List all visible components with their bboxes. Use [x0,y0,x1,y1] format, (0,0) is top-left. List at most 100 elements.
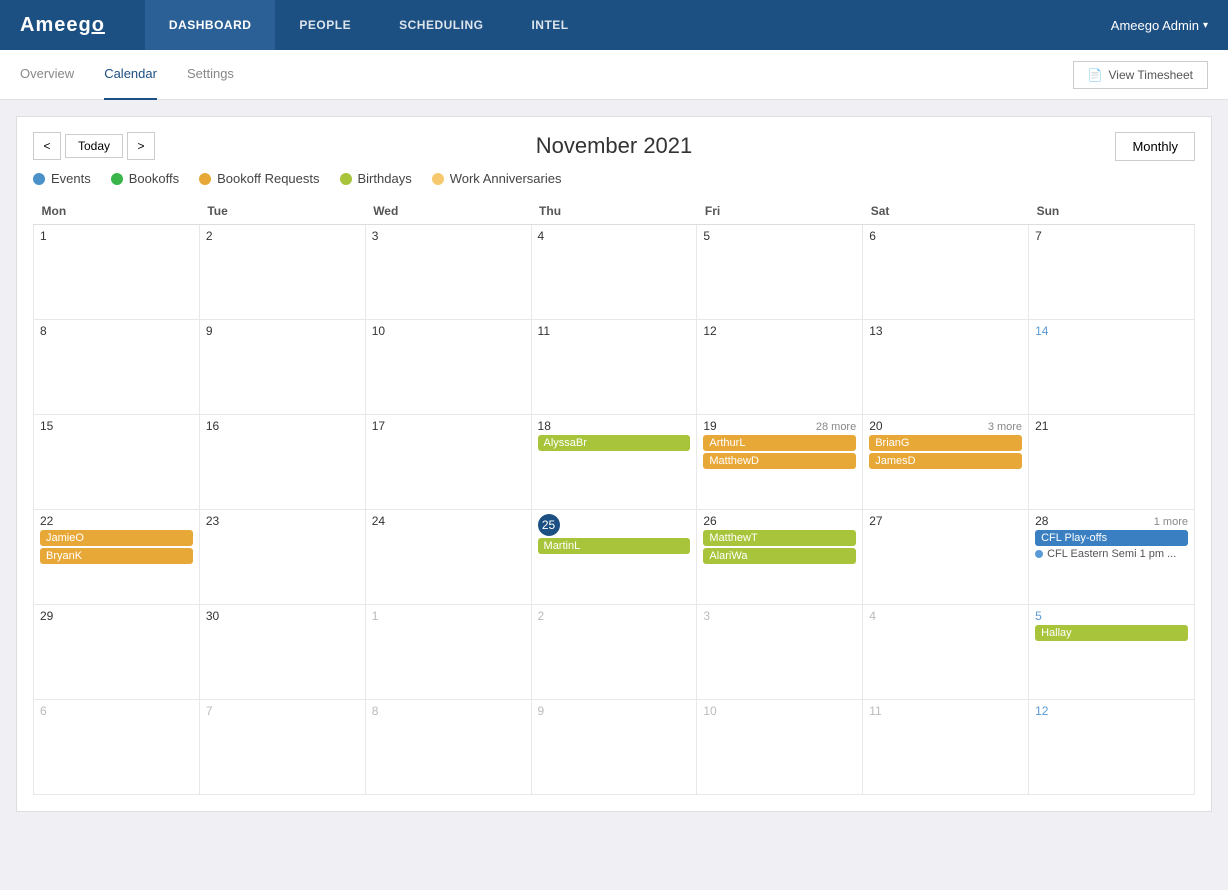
prev-month-button[interactable]: < [33,132,61,160]
calendar-day-cell[interactable]: 14 [1029,320,1195,415]
legend-anniversaries-label: Work Anniversaries [450,171,562,186]
app-logo: Ameego [20,14,105,37]
event-bar[interactable]: AlyssaBr [538,435,691,451]
nav-people[interactable]: PEOPLE [275,0,375,50]
calendar-day-cell[interactable]: 8 [365,700,531,795]
calendar-day-cell[interactable]: 11 [531,320,697,415]
day-number: 24 [372,514,385,528]
calendar-day-cell[interactable]: 11 [863,700,1029,795]
day-number: 14 [1035,324,1048,338]
weekday-mon: Mon [34,198,200,225]
calendar-day-cell[interactable]: 21 [1029,415,1195,510]
today-button[interactable]: Today [65,134,123,158]
calendar-day-cell[interactable]: 17 [365,415,531,510]
legend-bookoff-requests-label: Bookoff Requests [217,171,319,186]
calendar-day-cell[interactable]: 20 3 more BrianG JamesD [863,415,1029,510]
more-events-label[interactable]: 28 more [816,421,856,433]
calendar-day-cell[interactable]: 13 [863,320,1029,415]
calendar-day-cell[interactable]: 9 [199,320,365,415]
legend-bookoff-requests: Bookoff Requests [199,171,319,186]
weekday-sat: Sat [863,198,1029,225]
subnav-overview[interactable]: Overview [20,50,74,100]
calendar-day-cell[interactable]: 22JamieOBryanK [34,510,200,605]
event-bar[interactable]: BryanK [40,548,193,564]
view-timesheet-label: View Timesheet [1109,68,1194,82]
nav-scheduling[interactable]: SCHEDULING [375,0,507,50]
calendar-day-cell[interactable]: 4 [863,605,1029,700]
calendar-day-cell[interactable]: 16 [199,415,365,510]
legend-birthdays: Birthdays [340,171,412,186]
calendar-legend: Events Bookoffs Bookoff Requests Birthda… [33,171,1195,186]
day-number: 10 [372,324,385,338]
event-bar[interactable]: JamieO [40,530,193,546]
event-bar[interactable]: CFL Play-offs [1035,530,1188,546]
calendar-day-cell[interactable]: 10 [697,700,863,795]
calendar-day-cell[interactable]: 2 [199,225,365,320]
calendar-day-cell[interactable]: 29 [34,605,200,700]
calendar-day-cell[interactable]: 5 [697,225,863,320]
day-number: 10 [703,704,716,718]
nav-intel[interactable]: INTEL [507,0,592,50]
event-bar[interactable]: ArthurL [703,435,856,451]
day-number: 16 [206,419,219,433]
legend-bookoffs: Bookoffs [111,171,179,186]
calendar-day-cell[interactable]: 2 [531,605,697,700]
more-events-label[interactable]: 1 more [1154,516,1188,528]
subnav-settings[interactable]: Settings [187,50,234,100]
monthly-view-button[interactable]: Monthly [1115,132,1195,161]
calendar-day-cell[interactable]: 15 [34,415,200,510]
view-timesheet-button[interactable]: 📄 View Timesheet [1073,61,1208,89]
timesheet-icon: 📄 [1088,68,1103,82]
calendar-day-cell[interactable]: 4 [531,225,697,320]
calendar-day-cell[interactable]: 24 [365,510,531,605]
nav-dashboard[interactable]: DASHBOARD [145,0,276,50]
day-number: 30 [206,609,219,623]
calendar-day-cell[interactable]: 23 [199,510,365,605]
day-number: 2 [538,609,545,623]
calendar-day-cell[interactable]: 1 [34,225,200,320]
more-events-label[interactable]: 3 more [988,421,1022,433]
day-number: 23 [206,514,219,528]
calendar-day-cell[interactable]: 27 [863,510,1029,605]
calendar-day-cell[interactable]: 12 [697,320,863,415]
day-number: 12 [703,324,716,338]
day-number: 17 [372,419,385,433]
calendar-day-cell[interactable]: 281 moreCFL Play-offsCFL Eastern Semi 1 … [1029,510,1195,605]
event-bar[interactable]: BrianG [869,435,1022,451]
calendar-day-cell[interactable]: 26MatthewTAlariWa [697,510,863,605]
next-month-button[interactable]: > [127,132,155,160]
event-bar[interactable]: AlariWa [703,548,856,564]
today-indicator: 25 [538,514,560,536]
calendar-day-cell[interactable]: 6 [863,225,1029,320]
event-dot-item[interactable]: CFL Eastern Semi 1 pm ... [1035,548,1188,560]
calendar-container: < Today > November 2021 Monthly Events B… [16,116,1212,812]
calendar-day-cell[interactable]: 1 [365,605,531,700]
calendar-day-cell[interactable]: 3 [365,225,531,320]
day-number: 20 [869,419,882,433]
day-number: 5 [1035,609,1042,623]
event-bar[interactable]: Hallay [1035,625,1188,641]
calendar-day-cell[interactable]: 5 Hallay [1029,605,1195,700]
event-bar[interactable]: MatthewT [703,530,856,546]
calendar-day-cell[interactable]: 25 MartinL [531,510,697,605]
day-number: 3 [372,229,379,243]
calendar-day-cell[interactable]: 8 [34,320,200,415]
calendar-day-cell[interactable]: 10 [365,320,531,415]
user-menu[interactable]: Ameego Admin [1111,18,1208,33]
calendar-header: < Today > November 2021 Monthly [33,133,1195,159]
calendar-day-cell[interactable]: 9 [531,700,697,795]
event-bar[interactable]: MatthewD [703,453,856,469]
calendar-day-cell[interactable]: 12 [1029,700,1195,795]
event-bar[interactable]: JamesD [869,453,1022,469]
calendar-week-row: 89 10 11 12 13 14 [34,320,1195,415]
calendar-day-cell[interactable]: 7 [199,700,365,795]
calendar-day-cell[interactable]: 30 [199,605,365,700]
calendar-day-cell[interactable]: 7 [1029,225,1195,320]
calendar-day-cell[interactable]: 3 [697,605,863,700]
calendar-day-cell[interactable]: 1928 moreArthurLMatthewD [697,415,863,510]
calendar-week-row: 15161718AlyssaBr1928 moreArthurLMatthewD… [34,415,1195,510]
calendar-day-cell[interactable]: 18AlyssaBr [531,415,697,510]
calendar-day-cell[interactable]: 6 [34,700,200,795]
event-bar[interactable]: MartinL [538,538,691,554]
subnav-calendar[interactable]: Calendar [104,50,157,100]
